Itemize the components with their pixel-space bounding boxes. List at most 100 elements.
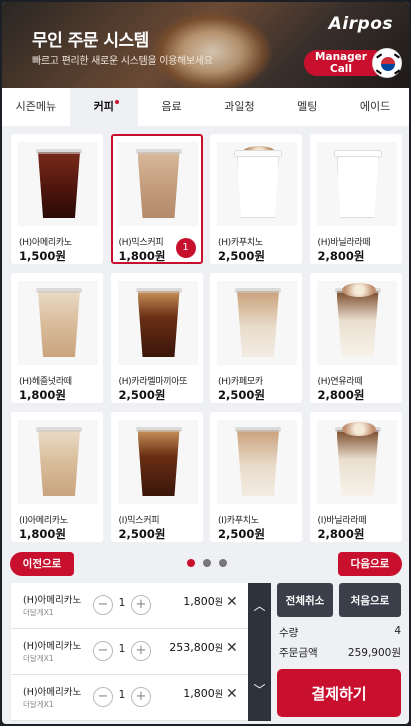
minus-icon[interactable]: − xyxy=(93,595,113,615)
tab-fruit-syrup[interactable]: 과일청 xyxy=(205,88,274,126)
prev-page-button[interactable]: 이전으로 xyxy=(10,552,74,576)
menu-item[interactable]: (I)카푸치노 2,500원 xyxy=(210,412,302,542)
cart-item-qty: 1 xyxy=(118,643,126,655)
menu-item-price: 2,800원 xyxy=(317,527,365,541)
cart-item-option: 더달게X1 xyxy=(23,608,54,617)
total-value: 259,900원 xyxy=(347,647,401,659)
iced-caramel-cup-image xyxy=(117,420,198,504)
cart-list: (H)아메리카노 더달게X1−1 +1,800원 ✕ (H)아메리카노 더달게X1−1 +2… xyxy=(11,583,271,721)
menu-item[interactable]: (H)바닐라라떼 2,800원 xyxy=(309,134,402,264)
cart-item-name: (H)아메리카노 xyxy=(23,595,82,606)
paper-cup-cappuccino-image xyxy=(217,142,297,226)
cart-item-price: 253,800원 xyxy=(169,641,223,654)
menu-item-price: 1,800원 xyxy=(118,249,166,263)
iced-latte-cup-image xyxy=(18,420,98,504)
plus-icon[interactable]: + xyxy=(131,641,151,661)
remove-icon[interactable]: ✕ xyxy=(226,594,238,610)
korea-flag-icon[interactable] xyxy=(372,48,402,78)
minus-icon[interactable]: − xyxy=(93,641,113,661)
page-indicator xyxy=(187,559,227,567)
menu-item-price: 2,800원 xyxy=(317,388,365,402)
next-page-button[interactable]: 다음으로 xyxy=(338,552,402,576)
menu-item-price: 1,800원 xyxy=(19,527,66,541)
chevron-down-icon[interactable]: ﹀ xyxy=(248,681,271,698)
cart-scroll[interactable]: ︿ ﹀ xyxy=(248,583,271,721)
menu-item-price: 2,500원 xyxy=(118,527,166,541)
tab-beverage[interactable]: 음료 xyxy=(137,88,206,126)
chevron-up-icon[interactable]: ︿ xyxy=(248,597,271,614)
menu-item-name: (H)카라멜마끼아또 xyxy=(118,377,188,387)
menu-item[interactable]: (I)아메리카노 1,800원 xyxy=(11,412,103,542)
menu-item-price: 1,800원 xyxy=(19,388,66,402)
menu-item-price: 1,500원 xyxy=(19,249,66,263)
pay-button[interactable]: 결제하기 xyxy=(277,669,401,717)
minus-icon[interactable]: − xyxy=(93,687,113,707)
kiosk-screen: 무인 주문 시스템 빠르고 편리한 새로운 시스템을 이용해보세요 Airpos… xyxy=(2,2,409,724)
iced-mocha-cup-image xyxy=(217,420,297,504)
cart-item-price: 1,800원 xyxy=(183,595,223,608)
menu-item-name: (H)카페모카 xyxy=(218,377,263,387)
menu-item-price: 2,800원 xyxy=(317,249,365,263)
airpos-logo: Airpos xyxy=(328,14,393,34)
menu-item[interactable]: (H)헤즐넛라떼 1,800원 xyxy=(11,273,103,403)
menu-item[interactable]: (H)연유라떼 2,800원 xyxy=(309,273,402,403)
remove-icon[interactable]: ✕ xyxy=(226,640,238,656)
page-dot-1[interactable] xyxy=(187,559,195,567)
menu-item[interactable]: (H)믹스커피 1,800원 1 xyxy=(110,134,203,264)
go-first-button[interactable]: 처음으로 xyxy=(339,583,401,617)
quantity-badge: 1 xyxy=(175,238,196,258)
cart-item: (H)아메리카노더달게X1 −1 +1,800원 ✕ xyxy=(11,675,271,721)
tab-season-menu[interactable]: 시즌메뉴 xyxy=(2,88,70,126)
mix-coffee-cup-image xyxy=(117,142,198,226)
cart-item-name: (H)아메리카노 xyxy=(23,687,82,698)
menu-item[interactable]: (H)카라멜마끼아또 2,500원 xyxy=(110,273,203,403)
cart-item-qty: 1 xyxy=(118,597,126,609)
menu-item-price: 2,500원 xyxy=(218,388,265,402)
iced-mocha-cup-image xyxy=(217,281,297,365)
cart-item: (H)아메리카노더달게X1 −1 +1,800원 ✕ xyxy=(11,583,271,629)
cancel-all-button[interactable]: 전체취소 xyxy=(277,583,333,617)
iced-caramel-cup-image xyxy=(117,281,198,365)
menu-item-name: (I)카푸치노 xyxy=(218,516,259,526)
remove-icon[interactable]: ✕ xyxy=(226,686,238,702)
plus-icon[interactable]: + xyxy=(131,595,151,615)
menu-item-price: 2,500원 xyxy=(218,527,265,541)
menu-item[interactable]: (I)믹스커피 2,500원 xyxy=(110,412,203,542)
cart-item: (H)아메리카노더달게X1 −1 +253,800원 ✕ xyxy=(11,629,271,675)
menu-item-name: (I)믹스커피 xyxy=(118,516,160,526)
cart-item-name: (H)아메리카노 xyxy=(23,641,82,652)
menu-item[interactable]: (H)아메리카노 1,500원 xyxy=(11,134,103,264)
category-tabs: 시즌메뉴 커피 음료 과일청 멜팅 에이드 xyxy=(2,88,409,126)
menu-item-name: (H)카푸치노 xyxy=(218,238,263,248)
page-dot-2[interactable] xyxy=(203,559,211,567)
menu-item[interactable]: (H)카푸치노 2,500원 xyxy=(210,134,302,264)
menu-item-name: (H)연유라떼 xyxy=(317,377,363,387)
page-subtitle: 빠르고 편리한 새로운 시스템을 이용해보세요 xyxy=(32,56,213,67)
header-banner: 무인 주문 시스템 빠르고 편리한 새로운 시스템을 이용해보세요 Airpos… xyxy=(2,2,409,92)
menu-item-price: 2,500원 xyxy=(118,388,166,402)
tab-coffee[interactable]: 커피 xyxy=(69,88,138,126)
tab-melting[interactable]: 멜팅 xyxy=(273,88,342,126)
cart-item-option: 더달게X1 xyxy=(23,700,54,709)
menu-item[interactable]: (H)카페모카 2,500원 xyxy=(210,273,302,403)
quantity-value: 4 xyxy=(394,625,401,637)
cart-item-option: 더달게X1 xyxy=(23,654,54,663)
menu-item[interactable]: (I)바닐라라떼 2,800원 xyxy=(309,412,402,542)
iced-condensed-latte-cup-image xyxy=(316,281,397,365)
iced-latte-cup-image xyxy=(18,281,98,365)
cart-item-qty: 1 xyxy=(118,689,126,701)
page-title: 무인 주문 시스템 xyxy=(32,31,149,51)
menu-item-name: (H)아메리카노 xyxy=(19,238,72,248)
cart-item-price: 1,800원 xyxy=(183,687,223,700)
iced-condensed-latte-cup-image xyxy=(316,420,397,504)
menu-item-price: 2,500원 xyxy=(218,249,265,263)
order-summary: 전체취소 처음으로 수량 4 주문금액 259,900원 결제하기 xyxy=(277,583,404,721)
quantity-line: 수량 4 xyxy=(279,625,401,639)
menu-item-name: (H)믹스커피 xyxy=(118,238,164,248)
tab-ade[interactable]: 에이드 xyxy=(341,88,409,126)
menu-item-name: (H)헤즐넛라떼 xyxy=(19,377,72,387)
plus-icon[interactable]: + xyxy=(131,687,151,707)
menu-item-name: (H)바닐라라떼 xyxy=(317,238,371,248)
menu-item-name: (I)아메리카노 xyxy=(19,516,68,526)
page-dot-3[interactable] xyxy=(219,559,227,567)
